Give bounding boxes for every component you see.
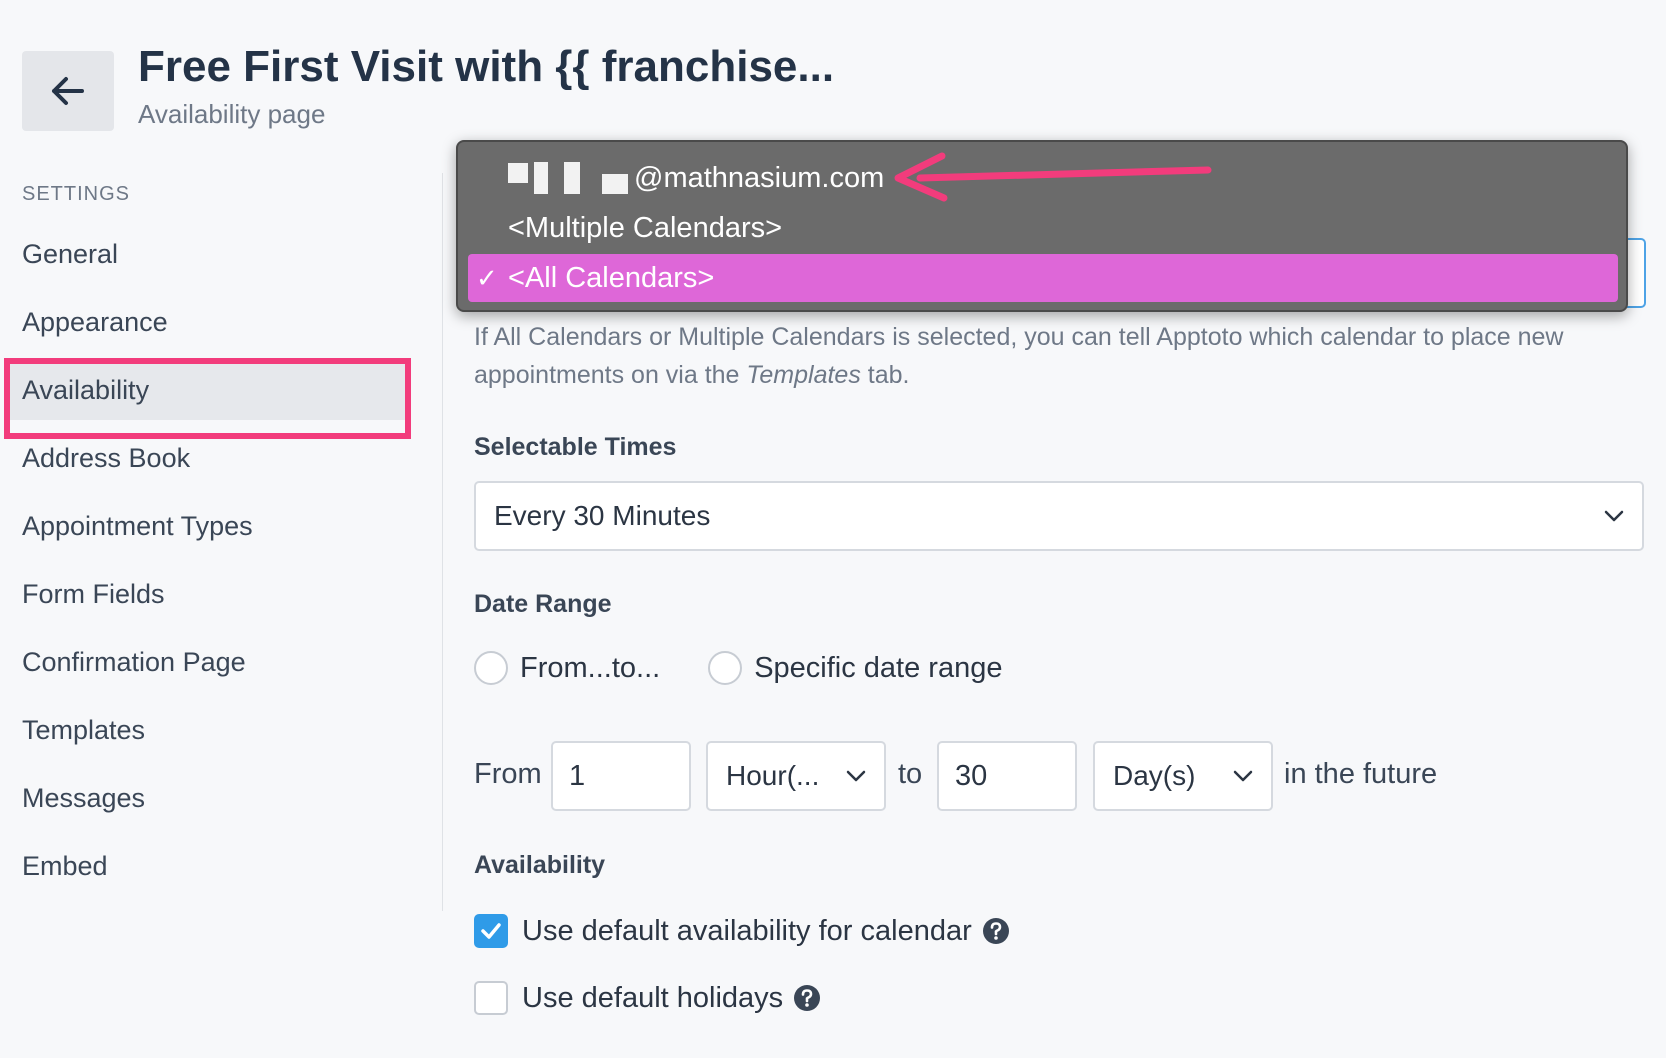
sidebar-item-address-book[interactable]: Address Book bbox=[22, 428, 402, 488]
page-title: Free First Visit with {{ franchise... bbox=[138, 42, 835, 91]
sidebar-item-appointment-types[interactable]: Appointment Types bbox=[22, 496, 402, 556]
from-unit-select[interactable]: Hour(... bbox=[706, 741, 886, 811]
default-holidays-row: Use default holidays bbox=[474, 981, 821, 1015]
back-arrow-icon bbox=[52, 77, 84, 105]
date-range-options: From...to... Specific date range bbox=[474, 651, 1002, 685]
default-holidays-checkbox[interactable] bbox=[474, 981, 508, 1015]
to-value-input[interactable]: 30 bbox=[937, 741, 1077, 811]
sidebar-item-templates[interactable]: Templates bbox=[22, 700, 402, 760]
radio-from-to[interactable] bbox=[474, 651, 508, 685]
default-availability-label: Use default availability for calendar bbox=[522, 914, 972, 947]
chevron-down-icon bbox=[1604, 510, 1624, 522]
from-unit-value: Hour(... bbox=[726, 760, 820, 791]
date-range-label: Date Range bbox=[474, 590, 612, 618]
selectable-times-value: Every 30 Minutes bbox=[494, 500, 711, 531]
to-label: to bbox=[898, 758, 923, 790]
radio-specific-range[interactable] bbox=[708, 651, 743, 685]
availability-section-label: Availability bbox=[474, 851, 606, 879]
redaction-block bbox=[602, 174, 628, 194]
redaction-block bbox=[508, 163, 528, 183]
selectable-times-label: Selectable Times bbox=[474, 433, 677, 461]
default-availability-row: Use default availability for calendar bbox=[474, 914, 1010, 948]
chevron-down-icon bbox=[846, 770, 866, 782]
calendar-help-text: If All Calendars or Multiple Calendars i… bbox=[474, 323, 1564, 389]
sidebar-item-appearance[interactable]: Appearance bbox=[22, 292, 402, 352]
to-unit-select[interactable]: Day(s) bbox=[1093, 741, 1273, 811]
sidebar-item-availability[interactable]: Availability bbox=[6, 360, 406, 420]
sidebar-divider bbox=[442, 173, 443, 911]
help-circle-icon[interactable] bbox=[793, 984, 821, 1012]
check-icon: ✓ bbox=[476, 262, 498, 293]
annotation-arrow-icon bbox=[894, 152, 1212, 202]
radio-specific-range-label: Specific date range bbox=[754, 651, 1003, 684]
sidebar-item-messages[interactable]: Messages bbox=[22, 768, 402, 828]
chevron-down-icon bbox=[1233, 770, 1253, 782]
from-label: From bbox=[474, 758, 542, 790]
check-icon bbox=[481, 923, 501, 939]
calendar-option-email-label: @mathnasium.com bbox=[634, 161, 885, 194]
sidebar-item-embed[interactable]: Embed bbox=[22, 836, 402, 896]
redaction-block bbox=[564, 162, 580, 194]
default-availability-checkbox[interactable] bbox=[474, 914, 508, 948]
settings-heading: SETTINGS bbox=[22, 183, 131, 205]
sidebar-item-form-fields[interactable]: Form Fields bbox=[22, 564, 402, 624]
back-button[interactable] bbox=[22, 51, 114, 131]
help-circle-icon[interactable] bbox=[982, 917, 1010, 945]
sidebar-item-general[interactable]: General bbox=[22, 224, 402, 284]
future-suffix: in the future bbox=[1284, 758, 1438, 790]
selectable-times-select[interactable]: Every 30 Minutes bbox=[474, 481, 1644, 551]
to-unit-value: Day(s) bbox=[1113, 760, 1196, 791]
sidebar-item-confirmation-page[interactable]: Confirmation Page bbox=[22, 632, 402, 692]
redaction-block bbox=[534, 162, 548, 194]
calendar-option-all-label: <All Calendars> bbox=[508, 261, 715, 294]
default-holidays-label: Use default holidays bbox=[522, 981, 784, 1014]
templates-emphasis: Templates bbox=[746, 361, 861, 389]
calendar-option-all[interactable]: ✓ <All Calendars> bbox=[468, 254, 1618, 302]
from-value-input[interactable]: 1 bbox=[551, 741, 691, 811]
page-subtitle: Availability page bbox=[138, 99, 326, 129]
radio-from-to-label: From...to... bbox=[520, 651, 661, 684]
calendar-option-multiple[interactable]: <Multiple Calendars> bbox=[468, 204, 1618, 252]
